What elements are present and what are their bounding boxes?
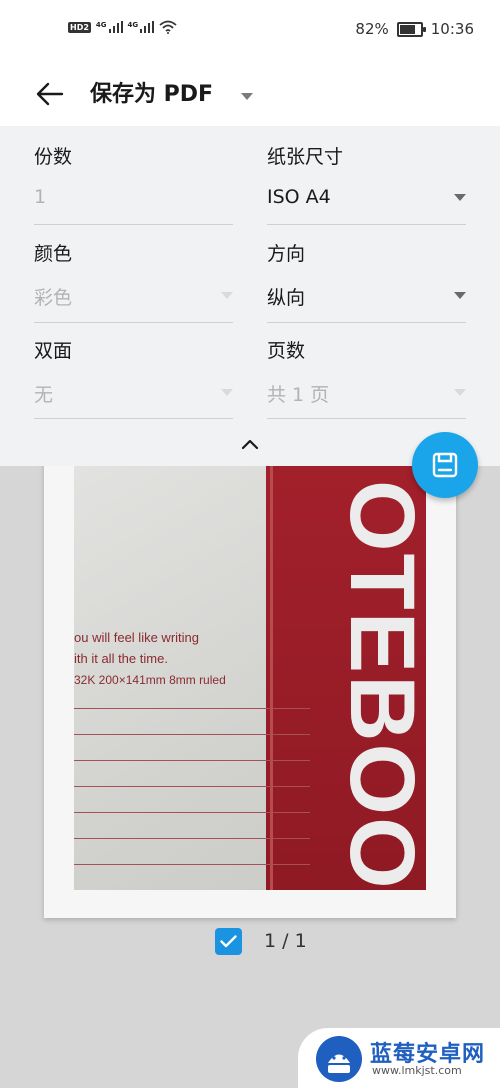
wifi-icon <box>159 20 177 34</box>
signal-1-label: 4G <box>95 21 107 29</box>
ruled-line <box>74 708 310 709</box>
ruled-line <box>74 838 310 839</box>
page-preview-card[interactable]: OTEBOOK ou will feel like writing ith it… <box>44 440 456 918</box>
signal-2-label: 4G <box>127 21 139 29</box>
ruled-line <box>74 760 310 761</box>
duplex-underline <box>34 418 233 419</box>
android-robot-icon <box>328 1054 350 1073</box>
ruled-line <box>74 812 310 813</box>
color-underline <box>34 322 233 323</box>
pages-caret-icon[interactable] <box>454 389 466 396</box>
duplex-caret-icon[interactable] <box>221 389 233 396</box>
page-select-checkbox[interactable] <box>215 928 242 955</box>
checkmark-icon <box>220 935 237 948</box>
copies-underline <box>34 224 233 225</box>
notebook-photo: OTEBOOK ou will feel like writing ith it… <box>74 440 426 890</box>
copies-input[interactable]: 1 <box>34 186 46 208</box>
orientation-caret-icon[interactable] <box>454 292 466 299</box>
notebook-band-edge <box>270 440 273 890</box>
ruled-line <box>74 786 310 787</box>
hd-sub-label: 2 <box>83 22 89 32</box>
color-caret-icon[interactable] <box>221 292 233 299</box>
signal-icon-2: 4G <box>128 21 155 33</box>
status-right-group: 82% 10:36 <box>355 20 474 38</box>
ruled-line <box>74 734 310 735</box>
color-label: 颜色 <box>34 243 73 265</box>
pages-label: 页数 <box>267 340 306 362</box>
battery-icon <box>396 21 426 37</box>
signal-bars-icon <box>140 21 155 33</box>
pages-select[interactable]: 共 1 页 <box>267 380 329 407</box>
orientation-label: 方向 <box>267 243 306 265</box>
back-button[interactable] <box>28 72 72 116</box>
save-icon <box>432 452 458 478</box>
signal-icon-1: 4G <box>96 21 123 33</box>
orientation-underline <box>267 322 466 323</box>
paper-size-label: 纸张尺寸 <box>267 146 344 168</box>
page-title[interactable]: 保存为 PDF <box>90 76 213 108</box>
status-left-group: HD2 4G 4G <box>68 20 177 34</box>
ruled-line <box>74 864 310 865</box>
duplex-label: 双面 <box>34 340 73 362</box>
watermark-url: www.lmkjst.com <box>372 1064 462 1077</box>
hd-label: HD <box>70 22 84 32</box>
printer-select-dropdown[interactable] <box>240 86 254 105</box>
save-pdf-button[interactable] <box>412 432 478 498</box>
page-counter: 1 / 1 <box>264 930 307 952</box>
notebook-brand-label: OTEBOOK <box>331 480 426 890</box>
duplex-select[interactable]: 无 <box>34 380 53 407</box>
print-settings-panel: 份数 1 纸张尺寸 ISO A4 颜色 彩色 方向 纵向 双面 无 页数 共 1… <box>0 126 500 466</box>
battery-level-fill <box>399 24 415 34</box>
clock: 10:36 <box>430 20 474 38</box>
photo-text-line-2: ith it all the time. <box>74 651 168 666</box>
watermark-logo-icon <box>316 1036 362 1082</box>
status-bar: HD2 4G 4G 82% 10:36 <box>0 0 500 60</box>
paper-size-underline <box>267 224 466 225</box>
chevron-up-icon <box>241 439 259 450</box>
photo-text-line-3: 32K 200×141mm 8mm ruled <box>74 673 226 687</box>
app-bar: 保存为 PDF <box>0 60 500 126</box>
paper-size-select[interactable]: ISO A4 <box>267 186 331 208</box>
copies-label: 份数 <box>34 146 73 168</box>
collapse-settings-button[interactable] <box>238 432 262 456</box>
color-select[interactable]: 彩色 <box>34 283 72 310</box>
signal-bars-icon <box>108 21 123 33</box>
hd-voice-badge: HD2 <box>68 21 91 33</box>
arrow-left-icon <box>36 82 64 106</box>
pages-underline <box>267 418 466 419</box>
battery-percent: 82% <box>355 20 389 38</box>
caret-down-icon <box>241 93 253 100</box>
orientation-select[interactable]: 纵向 <box>267 283 305 310</box>
paper-size-caret-icon[interactable] <box>454 194 466 201</box>
photo-text-line-1: ou will feel like writing <box>74 630 199 645</box>
